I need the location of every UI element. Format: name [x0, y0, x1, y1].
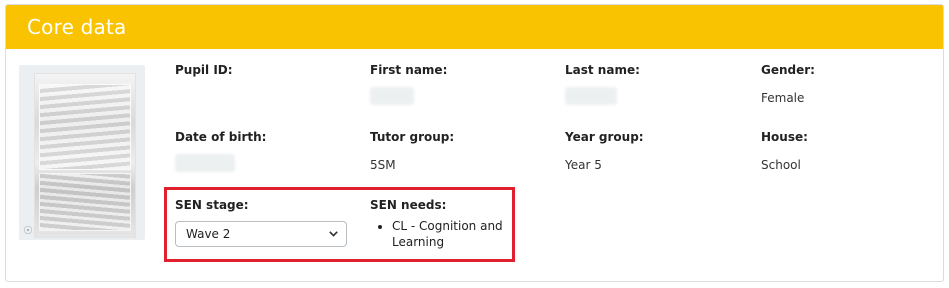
- pupil-id-label: Pupil ID:: [175, 63, 233, 77]
- field-pupil-id: Pupil ID:: [175, 63, 233, 91]
- field-last-name: Last name:: [565, 63, 640, 109]
- field-year-group: Year group: Year 5: [565, 130, 644, 172]
- panel-title: Core data: [27, 15, 127, 39]
- gender-value: Female: [761, 91, 805, 105]
- year-group-value: Year 5: [565, 158, 602, 172]
- year-group-label: Year group:: [565, 130, 644, 144]
- core-data-panel: Core data ☉ Pupil ID: First name: Last n…: [5, 4, 944, 282]
- sen-needs-label: SEN needs:: [370, 198, 447, 212]
- last-name-value-redacted: [565, 87, 617, 105]
- field-sen-needs: SEN needs: CL - Cognition and Learning: [370, 198, 512, 250]
- panel-body: ☉ Pupil ID: First name: Last name: Gende…: [6, 49, 943, 281]
- tutor-group-label: Tutor group:: [370, 130, 455, 144]
- chevron-down-icon: [329, 231, 338, 237]
- house-label: House:: [761, 130, 808, 144]
- tutor-group-value: 5SM: [370, 158, 396, 172]
- sen-stage-label: SEN stage:: [175, 198, 249, 212]
- panel-header: Core data: [6, 5, 943, 49]
- field-sen-stage: SEN stage:: [175, 198, 249, 212]
- field-house: House: School: [761, 130, 808, 172]
- field-date-of-birth: Date of birth:: [175, 130, 266, 176]
- sen-stage-select[interactable]: Wave 2: [175, 221, 347, 247]
- camera-icon: ☉: [23, 224, 33, 237]
- date-of-birth-label: Date of birth:: [175, 130, 267, 144]
- photo-image: [35, 74, 135, 237]
- first-name-label: First name:: [370, 63, 448, 77]
- sen-needs-list: CL - Cognition and Learning: [370, 218, 512, 250]
- house-value: School: [761, 158, 801, 172]
- field-tutor-group: Tutor group: 5SM: [370, 130, 454, 172]
- sen-need-item: CL - Cognition and Learning: [392, 218, 512, 250]
- pupil-photo: ☉: [19, 65, 145, 240]
- sen-stage-selected-value: Wave 2: [186, 227, 231, 241]
- gender-label: Gender:: [761, 63, 815, 77]
- field-gender: Gender: Female: [761, 63, 815, 105]
- field-first-name: First name:: [370, 63, 447, 109]
- first-name-value-redacted: [370, 87, 414, 105]
- date-of-birth-value-redacted: [175, 154, 235, 172]
- last-name-label: Last name:: [565, 63, 640, 77]
